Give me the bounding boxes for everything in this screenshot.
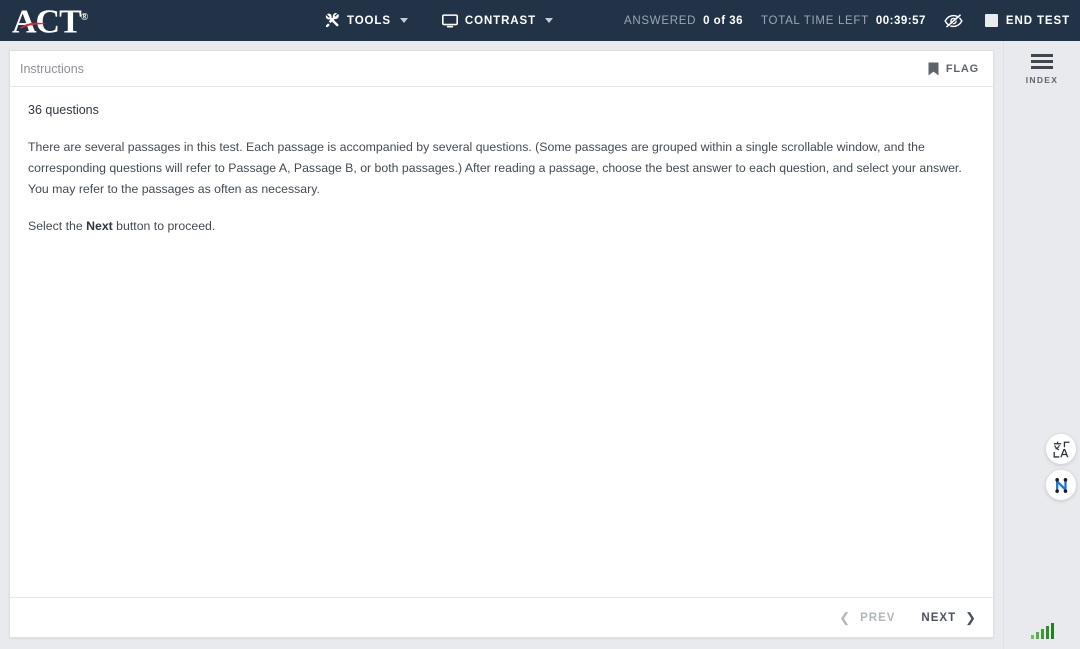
- top-header-bar: ACT® TOOLS CONTRAST ANSWERED 0 of 36 TOT…: [0, 0, 1080, 41]
- translate-button[interactable]: [1046, 434, 1076, 464]
- answered-label: ANSWERED: [624, 14, 697, 27]
- chevron-down-icon: [545, 18, 553, 23]
- header-status-group: ANSWERED 0 of 36 TOTAL TIME LEFT 00:39:5…: [624, 0, 1070, 41]
- time-left-value: 00:39:57: [875, 14, 926, 27]
- next-label: NEXT: [921, 611, 957, 624]
- network-nodes-icon: [1053, 477, 1070, 494]
- act-test-app: ACT® TOOLS CONTRAST ANSWERED 0 of 36 TOT…: [0, 0, 1080, 649]
- floating-action-stack: [1046, 434, 1076, 500]
- prev-button[interactable]: ❮ PREV: [839, 610, 895, 626]
- instructions-paragraph-2: Select the Next button to proceed.: [28, 216, 963, 237]
- header-menu-group: TOOLS CONTRAST: [325, 0, 553, 41]
- paragraph-2-prefix: Select the: [28, 219, 87, 233]
- bookmark-icon: [928, 62, 939, 76]
- act-logo-text: ACT: [12, 3, 82, 41]
- chevron-left-icon: ❮: [839, 609, 852, 625]
- contrast-menu-button[interactable]: CONTRAST: [441, 13, 553, 28]
- hide-timer-button[interactable]: [944, 13, 963, 29]
- page-title: Instructions: [20, 61, 84, 76]
- tools-menu-label: TOOLS: [347, 14, 391, 27]
- tools-icon: [325, 12, 340, 28]
- signal-bar-2: [1036, 632, 1039, 639]
- paragraph-2-bold: Next: [86, 219, 113, 233]
- act-logo: ACT®: [12, 1, 88, 39]
- contrast-menu-label: CONTRAST: [464, 14, 536, 27]
- signal-bar-4: [1046, 626, 1049, 639]
- instructions-paragraph-1: There are several passages in this test.…: [28, 140, 962, 196]
- end-test-label: END TEST: [1005, 14, 1070, 27]
- flag-label: FLAG: [945, 62, 979, 75]
- index-button[interactable]: INDEX: [1004, 54, 1080, 85]
- answered-value: 0 of 36: [703, 14, 744, 27]
- signal-bar-1: [1031, 635, 1034, 639]
- card-footer-nav: ❮ PREV NEXT ❯: [10, 597, 993, 637]
- hamburger-menu-icon: [1031, 54, 1053, 69]
- index-label: INDEX: [1025, 74, 1059, 85]
- question-count: 36 questions: [28, 103, 99, 117]
- monitor-icon: [441, 13, 458, 28]
- tools-menu-button[interactable]: TOOLS: [325, 12, 408, 28]
- translate-icon: [1053, 441, 1070, 458]
- next-button[interactable]: NEXT ❯: [921, 610, 977, 626]
- card-body: 36 questions There are several passages …: [10, 87, 993, 237]
- flag-button[interactable]: FLAG: [928, 62, 983, 76]
- signal-strength-indicator[interactable]: [1031, 623, 1054, 639]
- end-test-button[interactable]: END TEST: [984, 14, 1070, 27]
- act-logo-registered: ®: [80, 12, 89, 24]
- signal-bar-5: [1051, 623, 1054, 639]
- right-sidebar: INDEX: [1003, 41, 1080, 649]
- stop-square-icon: [984, 14, 998, 27]
- time-left-label: TOTAL TIME LEFT: [761, 14, 869, 27]
- signal-bar-3: [1041, 629, 1044, 639]
- paragraph-2-suffix: button to proceed.: [112, 219, 216, 233]
- network-button[interactable]: [1046, 470, 1076, 500]
- chevron-down-icon: [399, 18, 408, 23]
- prev-label: PREV: [860, 611, 896, 624]
- eye-slash-icon: [944, 13, 963, 29]
- chevron-right-icon: ❯: [965, 609, 977, 625]
- instructions-card: Instructions FLAG 36 questions There are…: [9, 50, 994, 638]
- card-header: Instructions FLAG: [10, 51, 993, 87]
